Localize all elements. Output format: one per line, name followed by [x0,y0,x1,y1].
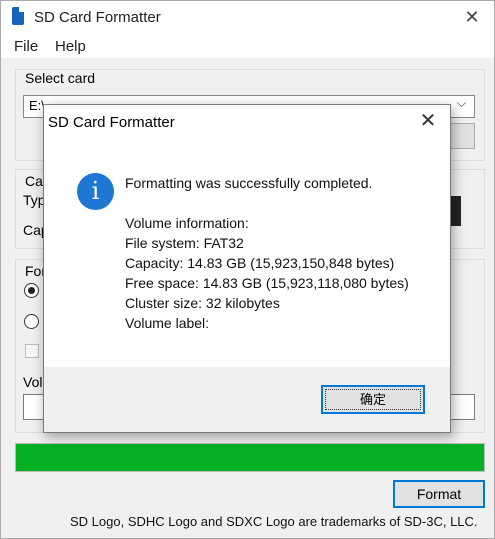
progress-fill [16,444,484,471]
close-icon[interactable]: ✕ [462,6,482,28]
quick-format-radio[interactable] [24,283,39,298]
overwrite-format-radio[interactable] [24,314,39,329]
cluster-size-line: Cluster size: 32 kilobytes [125,295,280,311]
info-icon: i [77,173,114,210]
select-card-label: Select card [25,70,96,86]
dialog-title: SD Card Formatter [48,114,175,131]
window-title: SD Card Formatter [34,9,161,26]
capacity-line: Capacity: 14.83 GB (15,923,150,848 bytes… [125,255,395,271]
refresh-button[interactable] [447,123,475,149]
progress-bar [15,443,485,472]
sd-logo-icon [451,196,461,226]
sd-card-icon [12,7,24,25]
trademark-text: SD Logo, SDHC Logo and SDXC Logo are tra… [70,514,478,529]
title-bar: SD Card Formatter ✕ [1,1,494,34]
chevron-down-icon: ⌵ [457,96,467,110]
volume-label-line: Volume label: [125,315,210,331]
completion-dialog: SD Card Formatter ✕ i Formatting was suc… [43,104,451,433]
format-button[interactable]: Format [393,480,485,508]
volume-info-heading: Volume information: [125,215,249,231]
close-icon[interactable]: ✕ [416,109,440,133]
ok-button[interactable]: 确定 [321,385,425,414]
menu-file[interactable]: File [14,38,38,55]
file-system-line: File system: FAT32 [125,235,244,251]
menu-help[interactable]: Help [55,38,86,55]
free-space-line: Free space: 14.83 GB (15,923,118,080 byt… [125,275,409,291]
dialog-message: Formatting was successfully completed. [125,175,373,191]
chs-format-checkbox[interactable] [25,344,39,358]
